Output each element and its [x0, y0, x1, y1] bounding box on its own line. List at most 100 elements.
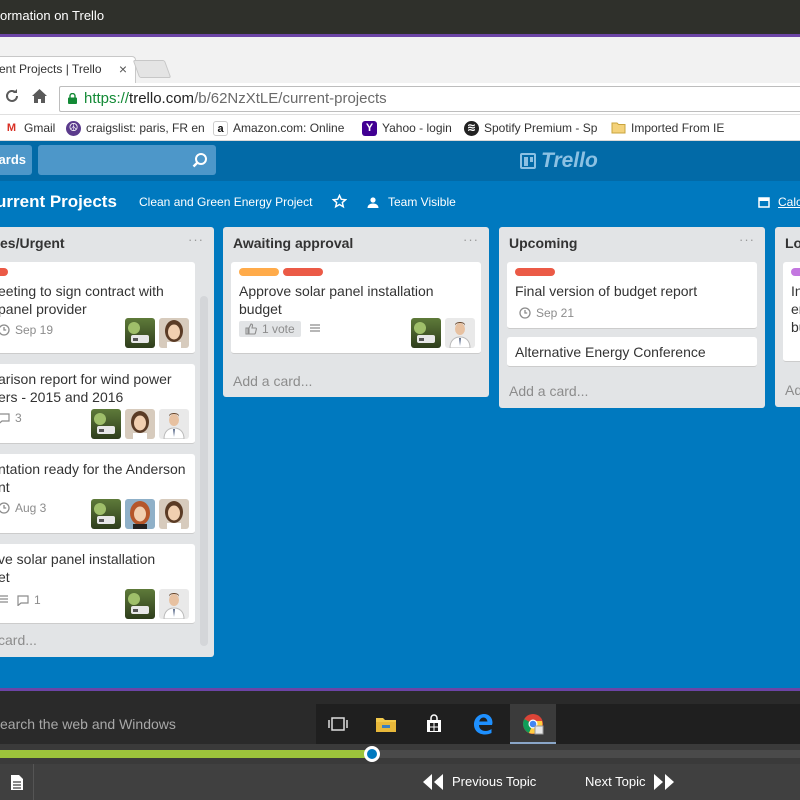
transcript-button[interactable] [0, 764, 34, 800]
card-members [125, 589, 189, 619]
player-spacer [0, 691, 800, 704]
list-upcoming: Upcoming ··· Final version of budget rep… [499, 227, 765, 408]
member-avatar[interactable] [91, 499, 121, 529]
store-icon[interactable] [416, 710, 452, 738]
board-header: urrent Projects Clean and Green Energy P… [0, 187, 800, 217]
task-view-icon[interactable] [320, 710, 356, 738]
boards-button[interactable]: ards [0, 145, 32, 175]
card[interactable]: ve solar panel installation et 1 [0, 544, 195, 624]
fast-forward-icon [654, 774, 675, 790]
bookmark-gmail[interactable]: M Gmail [4, 119, 55, 137]
board-visibility-button[interactable]: Team Visible [366, 187, 456, 217]
next-topic-label: Next Topic [585, 774, 646, 789]
list-partial: Lo In er bu Ad [775, 227, 800, 407]
card-title: ntation ready for the Anderson nt [0, 461, 186, 495]
video-progress-handle[interactable] [364, 746, 380, 762]
card-title: Final version of budget report [515, 283, 698, 299]
card-badges: 1 [0, 593, 41, 607]
previous-topic-button[interactable]: Previous Topic [422, 764, 536, 800]
member-avatar[interactable] [125, 409, 155, 439]
next-topic-button[interactable]: Next Topic [585, 764, 675, 800]
tab-strip: ent Projects | Trello × [0, 37, 800, 83]
list-menu-icon[interactable]: ··· [188, 232, 204, 247]
add-card-link[interactable]: card... [0, 632, 37, 648]
list-scrollbar[interactable] [200, 296, 208, 646]
bookmark-spotify[interactable]: ≋ Spotify Premium - Sp [464, 119, 597, 137]
card[interactable]: ntation ready for the Anderson nt Aug 3 [0, 454, 195, 534]
bookmark-folder-ie[interactable]: Imported From IE [611, 119, 724, 137]
calendar-icon [758, 197, 770, 208]
add-card-link[interactable]: Ad [785, 382, 800, 398]
card[interactable]: arison report for wind power ers - 2015 … [0, 364, 195, 444]
star-icon[interactable] [332, 194, 347, 209]
due-date-badge: Sep 21 [519, 306, 574, 320]
bookmark-amazon[interactable]: a Amazon.com: Online [213, 119, 344, 137]
reload-icon[interactable] [4, 88, 20, 109]
bookmark-label: craigslist: paris, FR en [86, 121, 205, 135]
vote-badge[interactable]: 1 vote [239, 321, 301, 337]
url-scheme: https:// [84, 90, 130, 107]
clock-icon [0, 502, 10, 514]
amazon-icon: a [213, 120, 228, 136]
member-avatar[interactable] [445, 318, 475, 348]
clock-icon [519, 307, 531, 319]
chrome-icon[interactable] [515, 710, 551, 738]
spotify-icon: ≋ [464, 120, 479, 136]
member-avatar[interactable] [91, 409, 121, 439]
list-menu-icon[interactable]: ··· [739, 232, 755, 247]
bookmark-craigslist[interactable]: ☮ craigslist: paris, FR en [66, 119, 205, 137]
address-bar[interactable]: https://trello.com/b/62NzXtLE/current-pr… [59, 86, 800, 112]
rewind-icon [423, 774, 443, 790]
taskbar-search-input[interactable]: earch the web and Windows [0, 704, 316, 744]
video-progress-fill [0, 750, 372, 758]
list-title[interactable]: es/Urgent [0, 235, 65, 251]
member-avatar[interactable] [159, 499, 189, 529]
file-explorer-icon[interactable] [368, 710, 404, 738]
edge-browser-icon[interactable] [465, 710, 501, 738]
due-date-badge: Aug 3 [0, 501, 46, 515]
label-orange [239, 268, 279, 276]
card-labels [515, 268, 555, 276]
member-avatar[interactable] [125, 318, 155, 348]
previous-topic-label: Previous Topic [452, 774, 537, 789]
card[interactable]: Alternative Energy Conference [507, 337, 757, 367]
trello-search-input[interactable] [38, 145, 216, 175]
label-red [515, 268, 555, 276]
card-title: eeting to sign contract with panel provi… [0, 283, 164, 317]
home-icon[interactable] [31, 88, 48, 109]
calendar-button[interactable]: Calc [758, 187, 800, 217]
tab-close-icon[interactable]: × [119, 57, 127, 82]
due-date-badge: Sep 19 [0, 323, 53, 337]
member-avatar[interactable] [159, 318, 189, 348]
list-title[interactable]: Upcoming [509, 235, 577, 251]
board-title[interactable]: urrent Projects [0, 187, 117, 217]
card-badges: Aug 3 [0, 501, 46, 515]
tab-title: ent Projects | Trello [0, 62, 102, 76]
list-menu-icon[interactable]: ··· [463, 232, 479, 247]
card[interactable]: eeting to sign contract with panel provi… [0, 262, 195, 354]
add-card-link[interactable]: Add a card... [233, 373, 312, 389]
bookmark-yahoo[interactable]: Y Yahoo - login [362, 119, 452, 137]
browser-tab-trello[interactable]: ent Projects | Trello × [0, 56, 136, 83]
member-avatar[interactable] [125, 499, 155, 529]
member-avatar[interactable] [159, 409, 189, 439]
card[interactable]: Approve solar panel installation budget … [231, 262, 481, 354]
list-title[interactable]: Lo [785, 235, 800, 251]
card-members [91, 409, 189, 439]
member-avatar[interactable] [125, 589, 155, 619]
label-red [283, 268, 323, 276]
player-controls: Previous Topic Next Topic [0, 764, 800, 800]
card-labels [0, 268, 8, 276]
member-avatar[interactable] [411, 318, 441, 348]
card[interactable]: In er bu [783, 262, 800, 362]
trello-logo[interactable]: Trello [520, 149, 598, 173]
card[interactable]: Final version of budget report Sep 21 [507, 262, 757, 329]
new-tab-button[interactable] [132, 60, 172, 78]
browser-toolbar: https://trello.com/b/62NzXtLE/current-pr… [0, 83, 800, 115]
member-avatar[interactable] [159, 589, 189, 619]
secure-lock-icon [68, 93, 77, 104]
bookmark-label: Gmail [24, 121, 56, 135]
add-card-link[interactable]: Add a card... [509, 383, 588, 399]
board-org-link[interactable]: Clean and Green Energy Project [139, 187, 312, 217]
list-title[interactable]: Awaiting approval [233, 235, 353, 251]
